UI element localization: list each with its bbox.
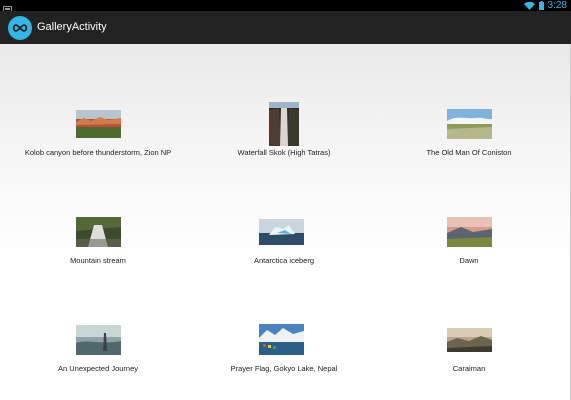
photo-caption: Kolob canyon before thunderstorm, Zion N… xyxy=(24,148,172,157)
photo-thumbnail xyxy=(269,102,299,146)
photo-caption: Prayer Flag, Gokyo Lake, Nepal xyxy=(230,364,338,373)
photo-thumbnail xyxy=(447,109,492,139)
photo-caption: Caraiman xyxy=(452,364,486,373)
gallery-item-prayer-flag-gokyo-lake[interactable]: Prayer Flag, Gokyo Lake, Nepal xyxy=(189,282,379,382)
photo-caption: Waterfall Skok (High Tatras) xyxy=(237,148,331,157)
photo-thumbnail xyxy=(259,324,304,355)
photo-thumbnail xyxy=(76,325,121,355)
gallery-item-kolob-canyon[interactable]: Kolob canyon before thunderstorm, Zion N… xyxy=(3,44,193,164)
photo-thumbnail xyxy=(76,217,121,247)
infinity-icon[interactable] xyxy=(8,16,32,40)
photo-caption: Antarctica iceberg xyxy=(253,256,315,265)
photo-thumbnail xyxy=(76,110,121,138)
gallery-item-mountain-stream[interactable]: Mountain stream xyxy=(3,174,193,274)
gallery-item-an-unexpected-journey[interactable]: An Unexpected Journey xyxy=(3,282,193,382)
status-bar: 3:28 xyxy=(0,0,571,14)
photo-caption: The Old Man Of Coniston xyxy=(426,148,512,157)
gallery-item-dawn[interactable]: Dawn xyxy=(374,174,564,274)
photo-caption: Dawn xyxy=(459,256,479,265)
gallery-item-waterfall-skok[interactable]: Waterfall Skok (High Tatras) xyxy=(189,44,379,164)
app-title: GalleryActivity xyxy=(37,21,107,33)
gallery-item-caraiman[interactable]: Caraiman xyxy=(374,282,564,382)
photo-thumbnail xyxy=(259,219,304,245)
status-time: 3:28 xyxy=(547,0,567,11)
notification-icon xyxy=(3,1,12,14)
gallery-grid: Kolob canyon before thunderstorm, Zion N… xyxy=(0,44,571,400)
gallery-item-old-man-of-coniston[interactable]: The Old Man Of Coniston xyxy=(374,44,564,164)
photo-caption: Mountain stream xyxy=(70,256,126,265)
gallery-item-antarctica-iceberg[interactable]: Antarctica iceberg xyxy=(189,174,379,274)
action-bar: GalleryActivity xyxy=(0,11,571,44)
photo-thumbnail xyxy=(447,328,492,352)
photo-thumbnail xyxy=(447,217,492,247)
photo-caption: An Unexpected Journey xyxy=(57,364,139,373)
